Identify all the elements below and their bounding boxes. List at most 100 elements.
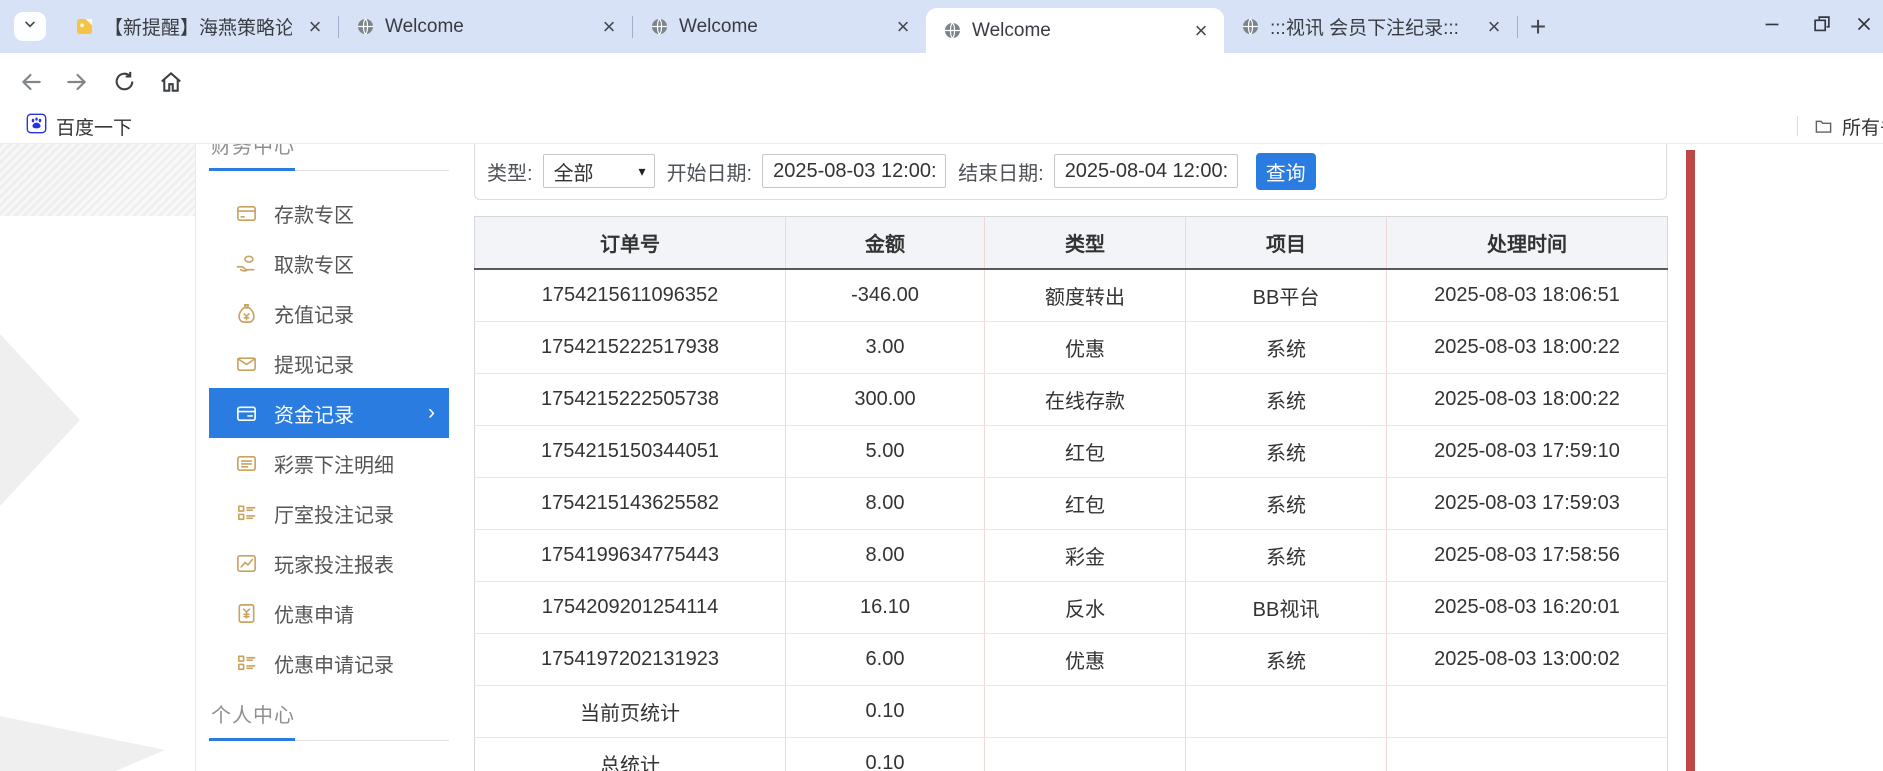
tab-close-icon[interactable]: × (596, 14, 622, 40)
select-chevron-icon: ▾ (639, 163, 646, 180)
chart-report-icon (235, 552, 258, 575)
content-left-divider (195, 144, 196, 771)
home-icon[interactable] (158, 69, 184, 95)
table-cell: 优惠 (985, 634, 1186, 686)
tab-close-icon[interactable]: × (1188, 18, 1214, 44)
query-button[interactable]: 查询 (1256, 153, 1316, 190)
tab-close-icon[interactable]: × (1481, 14, 1507, 40)
sidebar-item-4[interactable]: 提现记录 (209, 338, 449, 388)
table-cell: 5.00 (786, 426, 985, 478)
table-cell: 16.10 (786, 582, 985, 634)
sidebar-item-2[interactable]: 取款专区 (209, 238, 449, 288)
background-texture (0, 144, 195, 216)
table-cell (985, 738, 1186, 771)
table-row: 1754215611096352-346.00额度转出BB平台2025-08-0… (475, 269, 1668, 322)
folder-icon (1814, 117, 1833, 136)
column-header: 订单号 (475, 217, 786, 270)
sidebar-item-6[interactable]: 彩票下注明细 (209, 438, 449, 488)
all-bookmarks-button[interactable]: 所有书签 (1842, 108, 1883, 144)
table-cell: 2025-08-03 18:06:51 (1387, 269, 1668, 322)
table-cell: 2025-08-03 18:00:22 (1387, 374, 1668, 426)
tab-title: Welcome (679, 16, 880, 38)
table-cell: 300.00 (786, 374, 985, 426)
table-cell: 额度转出 (985, 269, 1186, 322)
table-cell: 1754197202131923 (475, 634, 786, 686)
globe-favicon-icon (1240, 17, 1260, 37)
tab-close-icon[interactable]: × (302, 14, 328, 40)
table-cell: 红包 (985, 478, 1186, 530)
table-cell: 2025-08-03 17:58:56 (1387, 530, 1668, 582)
close-window-button[interactable] (1847, 0, 1883, 53)
sidebar-item-label: 充值记录 (274, 299, 354, 328)
column-header: 处理时间 (1387, 217, 1668, 270)
reload-icon[interactable] (112, 69, 138, 95)
sidebar-item-5[interactable]: 资金记录› (209, 388, 449, 438)
tab-title: Welcome (385, 16, 586, 38)
close-window-icon (1853, 13, 1875, 40)
tab-title: Welcome (972, 20, 1178, 42)
page-content: 财务中心 存款专区取款专区充值记录提现记录资金记录›彩票下注明细厅室投注记录玩家… (0, 144, 1883, 771)
sidebar-item-9[interactable]: 优惠申请 (209, 588, 449, 638)
cash-envelope-icon (235, 352, 258, 375)
type-select-value: 全部 (554, 157, 639, 186)
table-cell: 1754215143625582 (475, 478, 786, 530)
table-cell: 2025-08-03 18:00:22 (1387, 322, 1668, 374)
browser-tab[interactable]: 【新提醒】海燕策略论坛综合交× (58, 0, 338, 53)
start-date-input[interactable] (762, 154, 946, 188)
table-cell: 优惠 (985, 322, 1186, 374)
list-grid-icon (235, 502, 258, 525)
type-label: 类型: (487, 157, 533, 186)
bookmark-baidu[interactable]: 百度一下 (26, 108, 132, 144)
table-cell: 1754215150344051 (475, 426, 786, 478)
tab-search-button[interactable] (14, 12, 46, 41)
browser-tab[interactable]: Welcome × (926, 8, 1224, 53)
end-date-input[interactable] (1054, 154, 1238, 188)
table-row: 17542151503440515.00红包系统2025-08-03 17:59… (475, 426, 1668, 478)
sidebar-item-10[interactable]: 优惠申请记录 (209, 638, 449, 688)
browser-tab[interactable]: Welcome × (633, 0, 926, 53)
table-row: 17541996347754438.00彩金系统2025-08-03 17:58… (475, 530, 1668, 582)
restore-button[interactable] (1797, 0, 1847, 53)
sidebar-item-label: 存款专区 (274, 199, 354, 228)
background-triangle-decoration (0, 716, 165, 771)
sidebar-item-1[interactable]: 存款专区 (209, 188, 449, 238)
sidebar-item-3[interactable]: 充值记录 (209, 288, 449, 338)
column-header: 类型 (985, 217, 1186, 270)
withdraw-hand-icon (235, 252, 258, 275)
funds-record-table: 订单号金额类型项目处理时间 1754215611096352-346.00额度转… (474, 216, 1668, 771)
sidebar-item-label: 厅室投注记录 (274, 499, 394, 528)
tab-close-icon[interactable]: × (890, 14, 916, 40)
bookmarks-divider (1797, 116, 1798, 136)
page-scrollbar[interactable] (1686, 150, 1695, 771)
browser-tab[interactable]: :::视讯 会员下注纪录:::× (1224, 0, 1517, 53)
table-cell: 1754215611096352 (475, 269, 786, 322)
globe-favicon-icon (355, 17, 375, 37)
sidebar-item-7[interactable]: 厅室投注记录 (209, 488, 449, 538)
filter-panel: 类型: 全部 ▾ 开始日期: 结束日期: 查询 (474, 144, 1667, 200)
type-select[interactable]: 全部 ▾ (543, 154, 655, 188)
sidebar-item-label: 提现记录 (274, 349, 354, 378)
browser-toolbar: js13.cc/hhcp/usercenter.html?iniType=6 (0, 53, 1883, 108)
list-grid-icon (235, 652, 258, 675)
minimize-button[interactable] (1747, 0, 1797, 53)
table-cell: 2025-08-03 17:59:10 (1387, 426, 1668, 478)
back-icon[interactable] (18, 69, 44, 95)
sidebar-item-label: 优惠申请记录 (274, 649, 394, 678)
globe-favicon-icon (942, 21, 962, 41)
table-cell: 1754199634775443 (475, 530, 786, 582)
table-cell (1387, 738, 1668, 771)
table-row: 175420920125411416.10反水BB视讯2025-08-03 16… (475, 582, 1668, 634)
forward-icon[interactable] (64, 69, 90, 95)
sidebar-item-8[interactable]: 玩家投注报表 (209, 538, 449, 588)
section-underline (209, 738, 449, 741)
money-bag-icon (235, 302, 258, 325)
table-cell: 0.10 (786, 738, 985, 771)
browser-tab[interactable]: Welcome × (339, 0, 632, 53)
new-tab-button[interactable]: + (1518, 7, 1558, 47)
table-cell: 总统计 (475, 738, 786, 771)
table-cell: 在线存款 (985, 374, 1186, 426)
column-header: 金额 (786, 217, 985, 270)
table-cell: 2025-08-03 17:59:03 (1387, 478, 1668, 530)
sidebar-item-label: 彩票下注明细 (274, 449, 394, 478)
table-cell: 反水 (985, 582, 1186, 634)
